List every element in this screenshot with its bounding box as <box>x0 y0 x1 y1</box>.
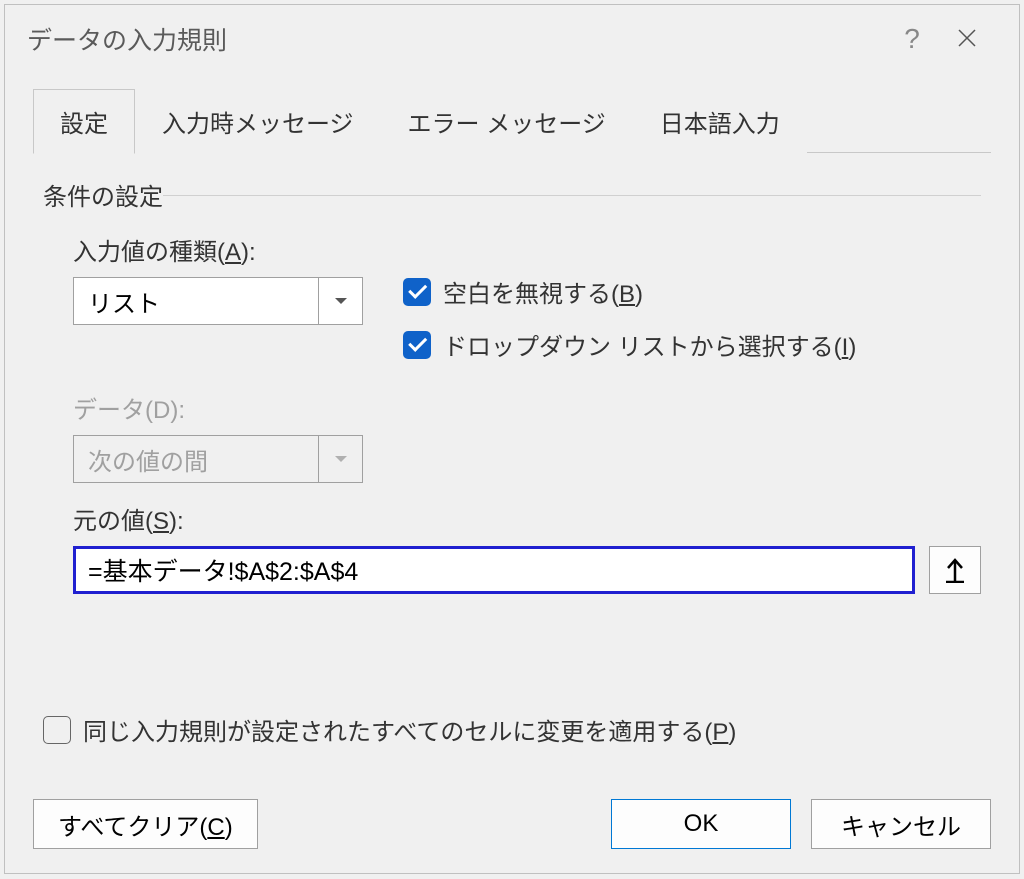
tab-divider <box>807 88 991 153</box>
data-select: 次の値の間 <box>73 435 363 483</box>
help-button[interactable]: ? <box>887 23 937 55</box>
source-input-row <box>73 546 981 594</box>
dropdown-checkbox-row[interactable]: ドロップダウン リストから選択する(I) <box>403 327 981 362</box>
data-select-value: 次の値の間 <box>74 442 318 477</box>
tab-settings[interactable]: 設定 <box>33 89 135 154</box>
dialog-content: 設定 入力時メッセージ エラー メッセージ 日本語入力 条件の設定 入力値の種類… <box>5 73 1019 795</box>
tab-ime-mode[interactable]: 日本語入力 <box>633 89 807 154</box>
ok-button[interactable]: OK <box>611 799 791 849</box>
dropdown-label: ドロップダウン リストから選択する(I) <box>443 327 856 362</box>
data-select-arrow <box>318 436 362 482</box>
ignore-blank-checkbox <box>403 278 431 306</box>
source-label: 元の値(S): <box>73 501 981 536</box>
apply-all-checkbox-row[interactable]: 同じ入力規則が設定されたすべてのセルに変更を適用する(P) <box>43 712 981 747</box>
collapse-dialog-icon <box>944 557 966 583</box>
tab-bar: 設定 入力時メッセージ エラー メッセージ 日本語入力 <box>33 88 991 153</box>
apply-all-label: 同じ入力規則が設定されたすべてのセルに変更を適用する(P) <box>83 712 736 747</box>
settings-panel: 条件の設定 入力値の種類(A): リスト <box>33 153 991 775</box>
titlebar: データの入力規則 ? <box>5 5 1019 73</box>
clear-all-button[interactable]: すべてクリア(C) <box>33 799 258 849</box>
allow-select-value: リスト <box>74 284 318 319</box>
cancel-button[interactable]: キャンセル <box>811 799 991 849</box>
allow-label: 入力値の種類(A): <box>73 232 403 267</box>
chevron-down-icon <box>335 298 347 304</box>
footer-spacer <box>278 799 591 849</box>
conditions-label-text: 条件の設定 <box>43 184 163 211</box>
dropdown-checkbox <box>403 331 431 359</box>
data-label: データ(D): <box>73 390 403 425</box>
range-select-button[interactable] <box>929 546 981 594</box>
tab-input-message[interactable]: 入力時メッセージ <box>135 89 381 154</box>
close-button[interactable] <box>937 23 997 55</box>
apply-all-checkbox <box>43 716 71 744</box>
chevron-down-icon <box>335 456 347 462</box>
conditions-section-label: 条件の設定 <box>43 177 981 212</box>
tab-error-alert[interactable]: エラー メッセージ <box>381 89 633 154</box>
dialog-footer: すべてクリア(C) OK キャンセル <box>5 795 1019 873</box>
allow-select[interactable]: リスト <box>73 277 363 325</box>
ignore-blank-label: 空白を無視する(B) <box>443 274 643 309</box>
data-row: データ(D): 次の値の間 <box>73 390 981 483</box>
data-validation-dialog: データの入力規則 ? 設定 入力時メッセージ エラー メッセージ 日本語入力 条… <box>4 4 1020 874</box>
source-section: 元の値(S): <box>73 501 981 594</box>
source-input[interactable] <box>73 546 915 594</box>
allow-row: 入力値の種類(A): リスト 空白を無 <box>73 232 981 380</box>
close-icon <box>957 28 977 48</box>
form-body: 入力値の種類(A): リスト 空白を無 <box>43 232 981 594</box>
ignore-blank-checkbox-row[interactable]: 空白を無視する(B) <box>403 274 981 309</box>
dialog-title: データの入力規則 <box>27 21 887 57</box>
allow-select-arrow <box>318 278 362 324</box>
